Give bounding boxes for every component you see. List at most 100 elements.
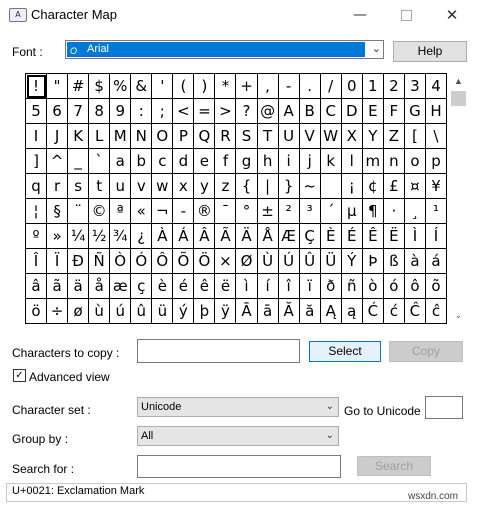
character-cell[interactable]: â (26, 274, 48, 299)
character-cell[interactable]: Ć (362, 299, 384, 324)
character-cell[interactable]: - (173, 199, 195, 224)
character-cell[interactable]: B (299, 99, 321, 124)
grid-scrollbar[interactable]: ▲ ⌄ (450, 73, 467, 324)
character-cell[interactable]: 6 (47, 99, 69, 124)
character-cell[interactable]: y (194, 174, 216, 199)
character-cell[interactable]: ă (299, 299, 321, 324)
character-cell[interactable]: ? (236, 99, 258, 124)
character-cell[interactable]: ÿ (215, 299, 237, 324)
character-cell[interactable]: Þ (362, 249, 384, 274)
scroll-thumb[interactable] (451, 91, 466, 106)
character-set-dropdown[interactable]: Unicode ⌄ (137, 397, 339, 417)
character-cell[interactable]: _ (68, 149, 90, 174)
character-cell[interactable]: 4 (425, 74, 447, 99)
character-cell[interactable]: ï (299, 274, 321, 299)
character-cell[interactable]: ĉ (425, 299, 447, 324)
character-cell[interactable]: M (110, 124, 132, 149)
character-cell[interactable]: ã (47, 274, 69, 299)
character-cell[interactable]: ¤ (404, 174, 426, 199)
character-cell[interactable]: ¦ (26, 199, 48, 224)
character-cell[interactable]: É (341, 224, 363, 249)
character-cell[interactable]: Ý (341, 249, 363, 274)
character-cell[interactable]: Ð (68, 249, 90, 274)
characters-to-copy-input[interactable] (137, 339, 300, 363)
character-cell[interactable]: I (26, 124, 48, 149)
character-cell[interactable]: v (131, 174, 153, 199)
character-cell[interactable]: " (47, 74, 69, 99)
character-cell[interactable]: ² (278, 199, 300, 224)
character-cell[interactable]: w (152, 174, 174, 199)
character-cell[interactable]: 5 (26, 99, 48, 124)
character-cell[interactable]: ¡ (341, 174, 363, 199)
character-cell[interactable]: ¥ (425, 174, 447, 199)
go-to-unicode-input[interactable] (425, 396, 463, 419)
character-cell[interactable]: ā (257, 299, 279, 324)
character-cell[interactable]: / (320, 74, 342, 99)
character-cell[interactable]: S (236, 124, 258, 149)
character-cell[interactable]: q (26, 174, 48, 199)
character-cell[interactable]: ą (341, 299, 363, 324)
character-cell[interactable]: ' (152, 74, 174, 99)
character-cell[interactable]: ć (383, 299, 405, 324)
character-cell[interactable]: ` (89, 149, 111, 174)
character-cell[interactable]: ¬ (152, 199, 174, 224)
character-cell[interactable]: ) (194, 74, 216, 99)
character-cell[interactable]: ¿ (131, 224, 153, 249)
character-cell[interactable]: È (320, 224, 342, 249)
character-cell[interactable]: 8 (89, 99, 111, 124)
character-cell[interactable]: í (257, 274, 279, 299)
advanced-view-checkbox[interactable]: ✓ (13, 369, 26, 382)
character-cell[interactable]: Û (299, 249, 321, 274)
character-cell[interactable]: g (236, 149, 258, 174)
character-cell[interactable]: n (383, 149, 405, 174)
character-cell[interactable]: { (236, 174, 258, 199)
character-cell[interactable]: | (257, 174, 279, 199)
character-cell[interactable]: l (341, 149, 363, 174)
help-button[interactable]: Help (393, 41, 467, 62)
character-cell[interactable]: $ (89, 74, 111, 99)
character-cell[interactable]: b (131, 149, 153, 174)
character-cell[interactable]: ç (131, 274, 153, 299)
character-cell[interactable]: ú (110, 299, 132, 324)
character-cell[interactable]: ´ (320, 199, 342, 224)
character-cell[interactable]: 0 (341, 74, 363, 99)
character-cell[interactable]: Å (257, 224, 279, 249)
character-cell[interactable]: ð (320, 274, 342, 299)
character-cell[interactable]: 9 (110, 99, 132, 124)
character-cell[interactable]: « (131, 199, 153, 224)
character-cell[interactable]: E (362, 99, 384, 124)
character-cell[interactable]: ó (383, 274, 405, 299)
character-cell[interactable]: = (194, 99, 216, 124)
character-cell[interactable]: Ā (236, 299, 258, 324)
character-cell[interactable]: ì (236, 274, 258, 299)
character-cell[interactable]: Ç (299, 224, 321, 249)
character-cell[interactable]: Ô (152, 249, 174, 274)
character-cell[interactable]: ù (89, 299, 111, 324)
character-cell[interactable]: j (299, 149, 321, 174)
character-cell[interactable]: ø (68, 299, 90, 324)
character-cell[interactable]: Z (383, 124, 405, 149)
chevron-down-icon[interactable]: ⌄ (372, 41, 381, 58)
character-cell[interactable]: . (299, 74, 321, 99)
character-cell[interactable]: t (89, 174, 111, 199)
character-cell[interactable]: ê (194, 274, 216, 299)
character-cell[interactable]: Î (26, 249, 48, 274)
character-cell[interactable]: ü (152, 299, 174, 324)
character-cell[interactable]: o (404, 149, 426, 174)
character-cell[interactable]: Ê (362, 224, 384, 249)
character-cell[interactable]: © (89, 199, 111, 224)
character-cell[interactable]: Ã (215, 224, 237, 249)
character-cell[interactable]: U (278, 124, 300, 149)
character-cell[interactable]: Ä (236, 224, 258, 249)
character-cell[interactable]: ± (257, 199, 279, 224)
character-cell[interactable]: a (110, 149, 132, 174)
character-cell[interactable]: ö (26, 299, 48, 324)
character-cell[interactable]: N (131, 124, 153, 149)
character-cell[interactable]: 2 (383, 74, 405, 99)
character-cell[interactable]: æ (110, 274, 132, 299)
character-cell[interactable]: 1 (362, 74, 384, 99)
character-cell[interactable]: º (26, 224, 48, 249)
character-cell[interactable]: ª (110, 199, 132, 224)
character-cell[interactable]: ¾ (110, 224, 132, 249)
character-cell[interactable]: R (215, 124, 237, 149)
